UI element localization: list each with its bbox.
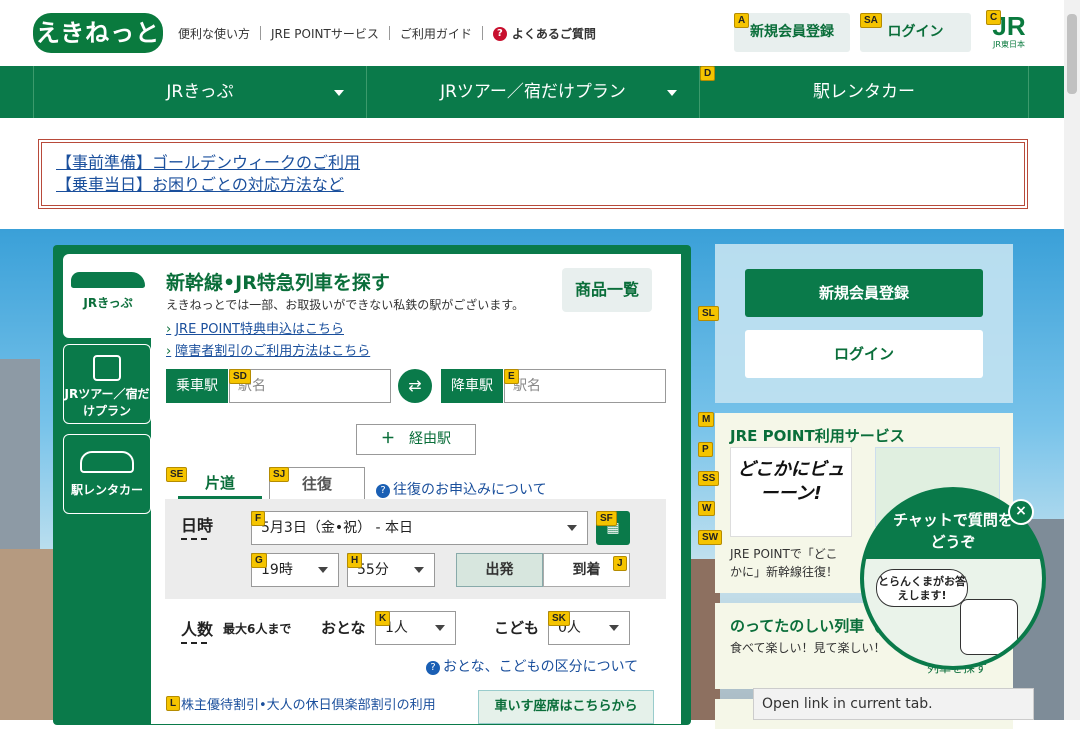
scrollbar-thumb[interactable] bbox=[1067, 14, 1077, 94]
hint-badge: SS bbox=[698, 471, 720, 486]
jre-point-title: JRE POINT利用サービス bbox=[730, 427, 905, 445]
jre-point-link[interactable]: JRE POINTサービス bbox=[271, 25, 379, 42]
main-nav: JRきっぷ JRツアー／宿だけプラン 駅レンタカー bbox=[0, 66, 1064, 118]
depart-station-label: 乗車駅 bbox=[166, 369, 228, 403]
howto-link[interactable]: 便利な使い方 bbox=[178, 25, 250, 42]
car-icon bbox=[80, 451, 134, 473]
disability-discount-link[interactable]: › 障害者割引のご利用方法はこちら bbox=[166, 340, 370, 359]
search-title: 新幹線•JR特急列車を探す bbox=[166, 272, 390, 294]
depart-toggle[interactable]: 出発 bbox=[456, 553, 543, 587]
hint-badge: E bbox=[504, 369, 519, 384]
hint-badge: P bbox=[698, 442, 713, 457]
hint-badge: W bbox=[698, 501, 716, 516]
tab-jr-tour[interactable]: JRツアー／宿だけプラン bbox=[63, 344, 151, 424]
site-header: えきねっと 便利な使い方 JRE POINTサービス ご利用ガイド ? よくあるご… bbox=[0, 0, 1064, 66]
chat-close-button[interactable]: × bbox=[1008, 499, 1034, 525]
caret-down-icon bbox=[667, 90, 677, 96]
swap-stations-button[interactable]: ⇄ bbox=[398, 369, 432, 403]
tab-rental-car[interactable]: 駅レンタカー bbox=[63, 434, 151, 514]
close-icon: × bbox=[1015, 503, 1027, 519]
people-max-note: 最大6人まで bbox=[223, 622, 292, 636]
login-button-large[interactable]: ログイン bbox=[745, 330, 983, 378]
discount-link[interactable]: 株主優待割引•大人の休日倶楽部割引の利用 bbox=[181, 694, 436, 713]
hint-badge: SJ bbox=[269, 467, 290, 482]
chevron-down-icon bbox=[318, 567, 328, 573]
chevron-right-icon: › bbox=[166, 344, 172, 359]
hint-badge: J bbox=[613, 556, 627, 571]
jre-point-benefit-link[interactable]: › JRE POINT特典申込はこちら bbox=[166, 318, 344, 337]
hint-badge: K bbox=[375, 611, 391, 626]
hint-badge: F bbox=[251, 511, 266, 526]
adult-label: おとな bbox=[321, 619, 366, 637]
catalog-button[interactable]: 商品一覧 bbox=[562, 268, 652, 312]
via-station-button[interactable]: ＋経由駅 bbox=[356, 424, 476, 455]
hint-badge: G bbox=[251, 553, 267, 568]
search-subtitle: えきねっとでは一部、お取扱いができない私鉄の駅がございます。 bbox=[166, 298, 525, 312]
hint-badge: SW bbox=[698, 530, 723, 545]
chevron-down-icon bbox=[567, 525, 577, 531]
tab-jr-ticket[interactable]: JRきっぷ bbox=[63, 254, 153, 338]
caret-down-icon bbox=[334, 90, 344, 96]
child-label: こども bbox=[494, 619, 540, 637]
hint-badge: SE bbox=[166, 467, 188, 482]
hint-badge: SK bbox=[548, 611, 570, 626]
plus-icon: ＋ bbox=[381, 431, 395, 447]
hint-badge: C bbox=[986, 10, 1002, 25]
chevron-right-icon: › bbox=[166, 322, 172, 337]
hint-badge: A bbox=[734, 13, 750, 28]
account-box bbox=[715, 244, 1013, 403]
people-label: 人数 bbox=[181, 616, 213, 644]
hint-badge: SF bbox=[596, 511, 617, 526]
wheelchair-seat-button[interactable]: 車いす座席はこちらから bbox=[478, 690, 654, 724]
question-icon: ? bbox=[376, 484, 390, 498]
scrollbar-track[interactable] bbox=[1064, 0, 1080, 720]
joyful-train-caption: 食べて楽しい！見て楽しい！ bbox=[730, 641, 886, 655]
hint-badge: SL bbox=[698, 306, 719, 321]
notice-box: 【事前準備】ゴールデンウィークのご利用 【乗車当日】お困りごとの対応方法など bbox=[38, 139, 1028, 209]
question-icon: ? bbox=[426, 661, 440, 675]
arrive-station-input[interactable]: 駅名 bbox=[504, 369, 666, 403]
date-label: 日時 bbox=[181, 512, 213, 540]
suitcase-icon bbox=[93, 355, 121, 381]
hint-badge: L bbox=[166, 696, 181, 711]
shinkansen-icon bbox=[71, 272, 145, 288]
status-bar: Open link in current tab. bbox=[753, 688, 1034, 720]
nav-rental-car[interactable]: 駅レンタカー bbox=[699, 66, 1029, 118]
ekinet-logo[interactable]: えきねっと bbox=[33, 13, 163, 53]
swap-icon: ⇄ bbox=[408, 376, 422, 395]
bear-mascot-icon bbox=[960, 599, 1018, 655]
arrive-station-label: 降車駅 bbox=[441, 369, 503, 403]
guide-link[interactable]: ご利用ガイド bbox=[400, 25, 472, 42]
hint-badge: SD bbox=[229, 369, 251, 384]
chevron-down-icon bbox=[435, 625, 445, 631]
hint-badge: SA bbox=[860, 13, 882, 28]
question-icon: ? bbox=[492, 26, 507, 41]
jre-point-caption: JRE POINTで「どこかに」新幹線往復！ bbox=[730, 547, 839, 579]
hint-badge: M bbox=[698, 412, 715, 427]
hint-badge: H bbox=[347, 553, 363, 568]
register-button[interactable]: 新規会員登録 bbox=[734, 13, 850, 52]
depart-station-input[interactable]: 駅名 bbox=[229, 369, 391, 403]
roundtrip-info-link[interactable]: ? 往復のお申込みについて bbox=[376, 479, 547, 499]
notice-link-preparation[interactable]: 【事前準備】ゴールデンウィークのご利用 bbox=[56, 152, 1010, 174]
notice-link-boarding-day[interactable]: 【乗車当日】お困りごとの対応方法など bbox=[56, 174, 1010, 196]
chevron-down-icon bbox=[414, 567, 424, 573]
tab-oneway[interactable]: 片道 bbox=[178, 467, 262, 499]
nav-jr-tour[interactable]: JRツアー／宿だけプラン bbox=[366, 66, 699, 118]
dokokani-banner[interactable]: どこかにビューーン! bbox=[730, 447, 852, 537]
date-select[interactable]: 5月3日（金•祝） - 本日 bbox=[251, 511, 588, 545]
register-button-large[interactable]: 新規会員登録 bbox=[745, 269, 983, 317]
chat-bubble: とらんくまがお答えします! bbox=[876, 569, 968, 607]
header-links: 便利な使い方 JRE POINTサービス ご利用ガイド ? よくあるご質問 bbox=[178, 25, 596, 42]
faq-link[interactable]: ? よくあるご質問 bbox=[492, 25, 596, 42]
hint-badge: D bbox=[700, 66, 716, 81]
nav-jr-ticket[interactable]: JRきっぷ bbox=[33, 66, 366, 118]
age-category-link[interactable]: ? おとな、こどもの区分について bbox=[426, 656, 638, 676]
search-form: 新幹線•JR特急列車を探す えきねっとでは一部、お取扱いができない私鉄の駅がござ… bbox=[151, 254, 681, 724]
chevron-down-icon bbox=[609, 625, 619, 631]
